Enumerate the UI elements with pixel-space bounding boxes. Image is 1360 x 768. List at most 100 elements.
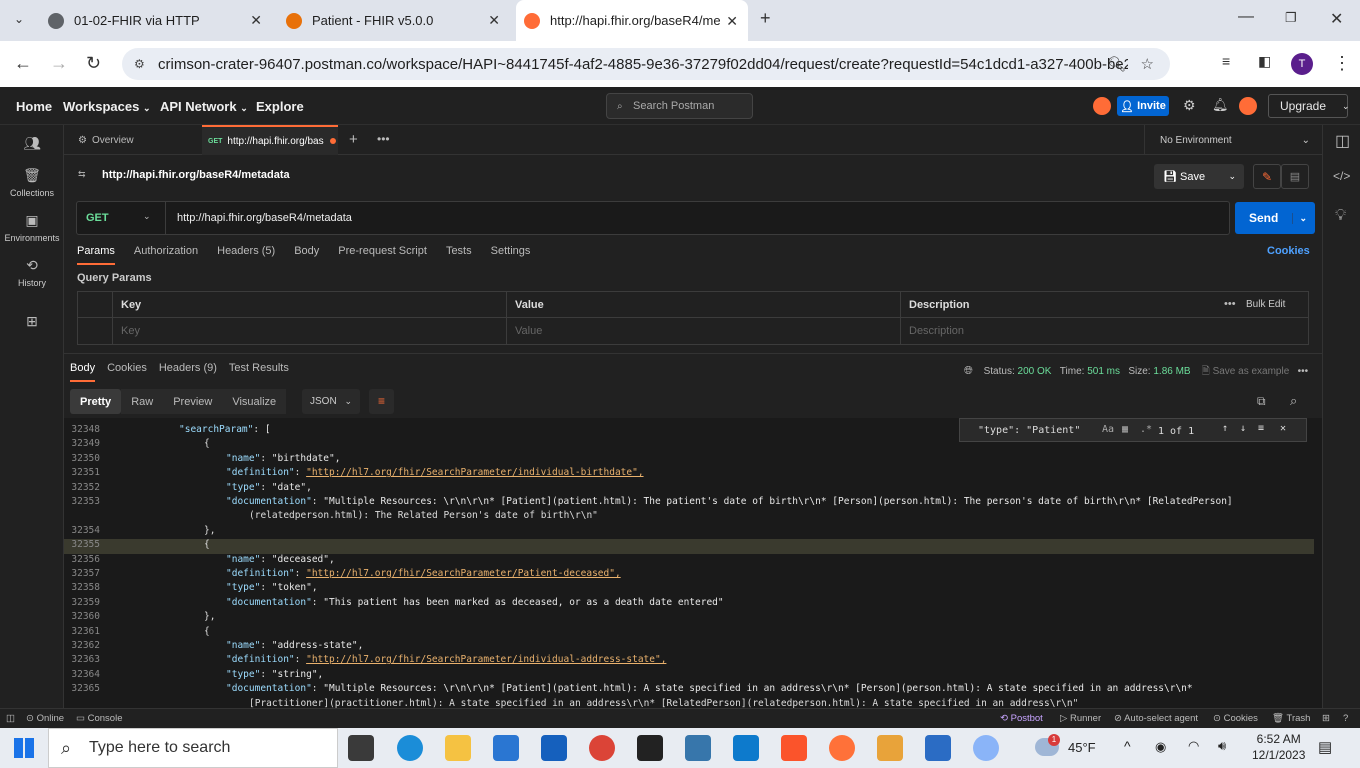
- sidebar-item-environments[interactable]: ▣ Environments: [0, 212, 64, 243]
- python-icon[interactable]: [685, 735, 711, 761]
- side-panel-icon[interactable]: ◧: [1258, 53, 1271, 70]
- weather-temp[interactable]: 45°F: [1068, 740, 1096, 755]
- profile-avatar[interactable]: T: [1291, 53, 1313, 75]
- bookmark-star-icon[interactable]: ☆: [1141, 55, 1154, 73]
- tab-body[interactable]: Body: [294, 245, 319, 265]
- panel-icon[interactable]: ◫: [1335, 131, 1350, 151]
- view-preview[interactable]: Preview: [163, 389, 223, 414]
- browser-tab-fhir-http[interactable]: 01-02-FHIR via HTTP ✕: [40, 6, 272, 35]
- format-select[interactable]: JSON ⌄: [302, 389, 360, 414]
- powershell-icon[interactable]: [925, 735, 951, 761]
- copy-icon[interactable]: ⧉: [1257, 394, 1266, 409]
- comments-icon[interactable]: ▤: [1281, 164, 1309, 189]
- terminal-icon[interactable]: [637, 735, 663, 761]
- search-postman-input[interactable]: ⌕ Search Postman: [606, 93, 753, 119]
- edge-icon[interactable]: [397, 735, 423, 761]
- media-icon[interactable]: ≡: [1222, 53, 1230, 69]
- clock[interactable]: 6:52 AM 12/1/2023: [1252, 731, 1305, 763]
- firefox-icon[interactable]: [829, 735, 855, 761]
- tab-params[interactable]: Params: [77, 245, 115, 265]
- back-icon[interactable]: ←: [14, 53, 32, 74]
- view-visualize[interactable]: Visualize: [222, 389, 287, 414]
- search-icon[interactable]: ⌕: [1290, 393, 1297, 409]
- new-tab-icon[interactable]: +: [349, 131, 358, 148]
- forward-icon[interactable]: →: [50, 53, 68, 74]
- postman-logo-icon[interactable]: [1093, 97, 1111, 115]
- invite-button[interactable]: 👤︎ Invite: [1117, 96, 1169, 116]
- auto-select-agent-button[interactable]: ⊘ Auto-select agent: [1114, 713, 1198, 724]
- store-icon[interactable]: [493, 735, 519, 761]
- trash-button[interactable]: 🗑︎ Trash: [1272, 713, 1310, 724]
- request-title[interactable]: http://hapi.fhir.org/baseR4/metadata: [102, 169, 290, 181]
- restore-icon[interactable]: ❐: [1285, 10, 1297, 26]
- tab-settings[interactable]: Settings: [491, 245, 531, 265]
- postbot-button[interactable]: ⟲ Postbot: [1000, 713, 1043, 724]
- tab-pre-request-script[interactable]: Pre-request Script: [338, 245, 427, 265]
- console-button[interactable]: ▭ Console: [76, 713, 122, 724]
- brave-icon[interactable]: [781, 735, 807, 761]
- nav-api-network[interactable]: API Network ⌄: [160, 99, 248, 114]
- toggle-sidebar-icon[interactable]: ◫: [6, 713, 15, 724]
- tab-tests[interactable]: Tests: [446, 245, 472, 265]
- response-tab-body[interactable]: Body: [70, 362, 96, 382]
- lightbulb-icon[interactable]: 💡︎: [1335, 207, 1346, 225]
- url-input[interactable]: http://hapi.fhir.org/baseR4/metadata: [177, 212, 352, 224]
- notification-bell-icon[interactable]: 🔔︎: [1212, 97, 1229, 113]
- more-tabs-icon[interactable]: •••: [377, 132, 390, 146]
- chevron-down-icon[interactable]: ⌄: [143, 211, 151, 222]
- description-input[interactable]: Description: [900, 318, 1308, 344]
- layout-icon[interactable]: ⊞: [1322, 713, 1330, 724]
- nav-home[interactable]: Home: [16, 99, 52, 114]
- close-icon[interactable]: ✕: [488, 12, 500, 29]
- status-code[interactable]: 200 OK: [1018, 366, 1052, 377]
- chrome-icon[interactable]: [589, 735, 615, 761]
- value-input[interactable]: Value: [506, 318, 900, 344]
- view-pretty[interactable]: Pretty: [70, 389, 122, 414]
- volume-icon[interactable]: 🔊︎: [1218, 738, 1226, 754]
- response-body-editor[interactable]: "type": "Patient" Aa ▦ .* 1 of 1 ↑ ↓ ≡ ✕…: [64, 418, 1322, 708]
- bulk-edit-link[interactable]: Bulk Edit: [1246, 299, 1285, 310]
- upgrade-button[interactable]: Upgrade ⌄: [1268, 94, 1350, 118]
- environment-selector[interactable]: No Environment ⌄: [1144, 125, 1322, 155]
- more-options-icon[interactable]: •••: [1298, 366, 1309, 377]
- user-avatar[interactable]: [1239, 97, 1257, 115]
- app-icon[interactable]: [973, 735, 999, 761]
- sidebar-item-history[interactable]: ⟲ History: [0, 257, 64, 288]
- configure-sidebar-icon[interactable]: ⊞: [0, 313, 64, 334]
- nav-explore[interactable]: Explore: [256, 99, 304, 114]
- notifications-icon[interactable]: ▤: [1318, 738, 1332, 756]
- online-status[interactable]: ⊙ Online: [26, 713, 64, 724]
- response-tab-headers[interactable]: Headers (9): [159, 362, 217, 382]
- response-time[interactable]: 501 ms: [1087, 366, 1120, 377]
- site-info-icon[interactable]: ⚙: [134, 57, 145, 71]
- tab-overview[interactable]: ⚙︎ Overview: [70, 125, 200, 155]
- view-raw[interactable]: Raw: [121, 389, 164, 414]
- runner-button[interactable]: ▷ Runner: [1060, 713, 1101, 724]
- close-icon[interactable]: ✕: [250, 12, 262, 29]
- save-as-example-button[interactable]: Save as example: [1213, 366, 1290, 377]
- windows-start-icon[interactable]: [14, 738, 34, 758]
- close-icon[interactable]: ✕: [726, 13, 738, 30]
- response-tab-cookies[interactable]: Cookies: [107, 362, 147, 382]
- cookies-link[interactable]: Cookies: [1267, 245, 1310, 257]
- taskbar-search-input[interactable]: ⌕ Type here to search: [48, 728, 338, 768]
- help-icon[interactable]: ?: [1343, 713, 1348, 724]
- settings-gear-icon[interactable]: ⚙: [1183, 97, 1196, 114]
- mail-icon[interactable]: [541, 735, 567, 761]
- sidebar-item-collections[interactable]: 🗑︎ Collections: [0, 167, 64, 198]
- cookies-button[interactable]: ⊙ Cookies: [1213, 713, 1258, 724]
- send-button[interactable]: Send ⌄: [1235, 202, 1315, 234]
- edit-icon[interactable]: ✎: [1253, 164, 1281, 189]
- wrap-lines-icon[interactable]: ≡: [369, 389, 394, 414]
- browser-tab-fhir-patient[interactable]: Patient - FHIR v5.0.0 ✕: [278, 6, 510, 35]
- file-explorer-icon[interactable]: [445, 735, 471, 761]
- vscode-icon[interactable]: [733, 735, 759, 761]
- new-tab-icon[interactable]: +: [760, 8, 771, 29]
- response-size[interactable]: 1.86 MB: [1153, 366, 1190, 377]
- wifi-icon[interactable]: ◠: [1188, 738, 1199, 754]
- team-icon[interactable]: 👥︎: [0, 135, 64, 156]
- tab-request[interactable]: GET http://hapi.fhir.org/bas: [202, 125, 338, 155]
- address-input[interactable]: ⚙ crimson-crater-96407.postman.co/worksp…: [122, 48, 1170, 80]
- save-button[interactable]: 💾︎ Save ⌄: [1154, 164, 1244, 189]
- close-window-icon[interactable]: ✕: [1330, 9, 1343, 29]
